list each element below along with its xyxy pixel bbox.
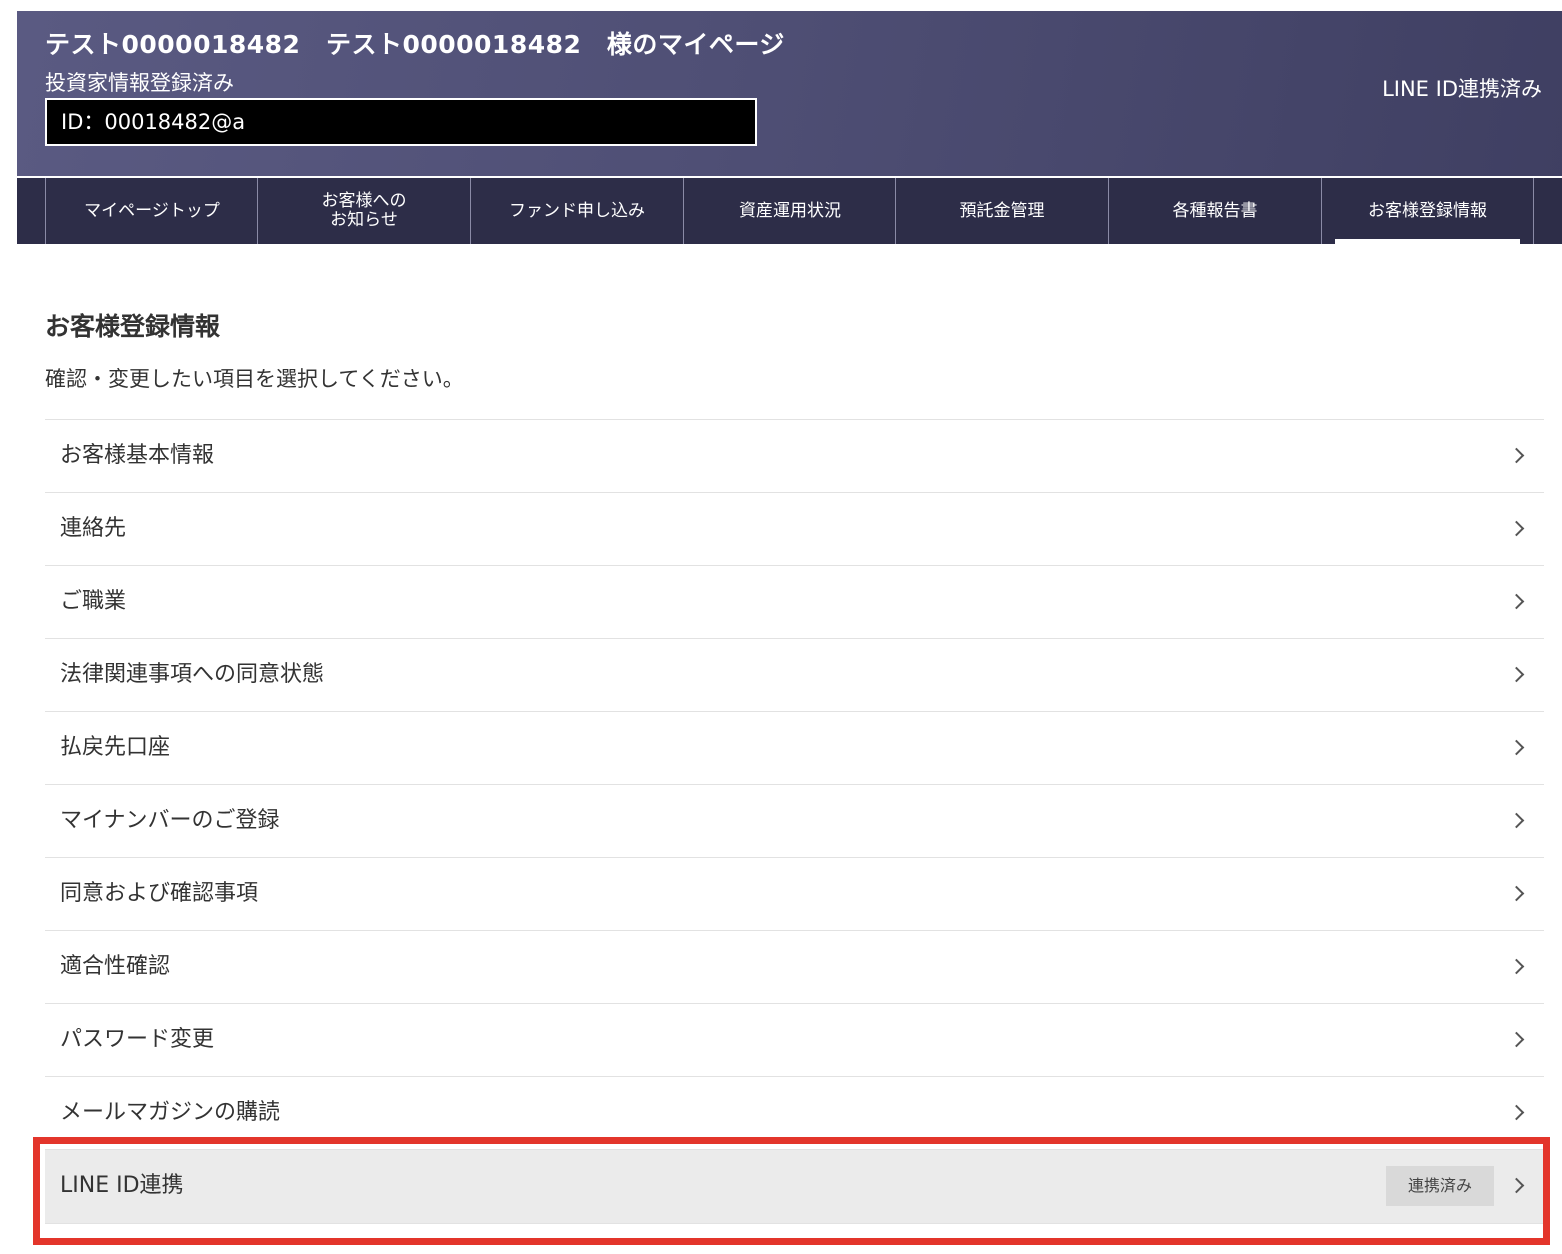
menu-item-label: パスワード変更 xyxy=(60,1027,215,1052)
chevron-right-icon xyxy=(1508,666,1525,683)
chevron-right-icon xyxy=(1508,593,1525,610)
page-header: テスト0000018482 テスト0000018482 様のマイページ 投資家情… xyxy=(17,11,1562,244)
tab-reports[interactable]: 各種報告書 xyxy=(1108,178,1321,244)
chevron-right-icon xyxy=(1508,520,1525,537)
menu-item-legal-consent[interactable]: 法律関連事項への同意状態 xyxy=(45,639,1544,712)
menu-item-label: 法律関連事項への同意状態 xyxy=(60,662,325,687)
chevron-right-icon xyxy=(1508,1031,1525,1048)
page-description: 確認・変更したい項目を選択してください。 xyxy=(45,367,464,391)
chevron-right-icon xyxy=(1508,885,1525,902)
menu-item-refund-account[interactable]: 払戻先口座 xyxy=(45,712,1544,785)
user-id-box: ID：00018482@a xyxy=(45,98,757,146)
tab-asset-status[interactable]: 資産運用状況 xyxy=(683,178,896,244)
chevron-right-icon xyxy=(1508,812,1525,829)
menu-item-label: ご職業 xyxy=(60,589,127,614)
menu-item-label: 払戻先口座 xyxy=(60,735,171,760)
menu-item-label: LINE ID連携 xyxy=(60,1173,184,1198)
menu-item-label: お客様基本情報 xyxy=(60,443,215,468)
chevron-right-icon xyxy=(1508,447,1525,464)
tab-fund-application[interactable]: ファンド申し込み xyxy=(470,178,683,244)
menu-item-line-id[interactable]: LINE ID連携 連携済み xyxy=(45,1150,1544,1224)
tab-mypage-top[interactable]: マイページトップ xyxy=(45,178,258,244)
investor-status: 投資家情報登録済み xyxy=(45,71,234,95)
chevron-right-icon xyxy=(1508,739,1525,756)
user-title: テスト0000018482 テスト0000018482 様のマイページ xyxy=(45,30,785,59)
chevron-right-icon xyxy=(1508,1104,1525,1121)
menu-item-password-change[interactable]: パスワード変更 xyxy=(45,1004,1544,1077)
menu-item-basic-info[interactable]: お客様基本情報 xyxy=(45,420,1544,493)
line-status: LINE ID連携済み xyxy=(1382,77,1542,101)
menu-item-suitability[interactable]: 適合性確認 xyxy=(45,931,1544,1004)
tab-deposit-management[interactable]: 預託金管理 xyxy=(895,178,1108,244)
menu-item-agreements[interactable]: 同意および確認事項 xyxy=(45,858,1544,931)
menu-item-contact[interactable]: 連絡先 xyxy=(45,493,1544,566)
main-nav: マイページトップ お客様への お知らせ ファンド申し込み 資産運用状況 預託金管… xyxy=(17,176,1562,244)
menu-item-label: 適合性確認 xyxy=(60,954,171,979)
menu-item-newsletter[interactable]: メールマガジンの購読 xyxy=(45,1077,1544,1150)
tab-notices[interactable]: お客様への お知らせ xyxy=(257,178,470,244)
menu-item-label: 連絡先 xyxy=(60,516,127,541)
menu-item-label: 同意および確認事項 xyxy=(60,881,259,906)
menu-item-label: マイナンバーのご登録 xyxy=(60,808,280,833)
chevron-right-icon xyxy=(1508,958,1525,975)
tab-customer-registration[interactable]: お客様登録情報 xyxy=(1321,178,1534,244)
menu-item-label: メールマガジンの購読 xyxy=(60,1100,281,1125)
status-badge: 連携済み xyxy=(1386,1166,1494,1206)
chevron-right-icon xyxy=(1508,1177,1525,1194)
menu-item-occupation[interactable]: ご職業 xyxy=(45,566,1544,639)
menu-item-my-number[interactable]: マイナンバーのご登録 xyxy=(45,785,1544,858)
page-title: お客様登録情報 xyxy=(45,312,221,341)
registration-menu-list: お客様基本情報 連絡先 ご職業 法律関連事項への同意状態 払戻先口座 マイナンバ… xyxy=(45,419,1544,1224)
